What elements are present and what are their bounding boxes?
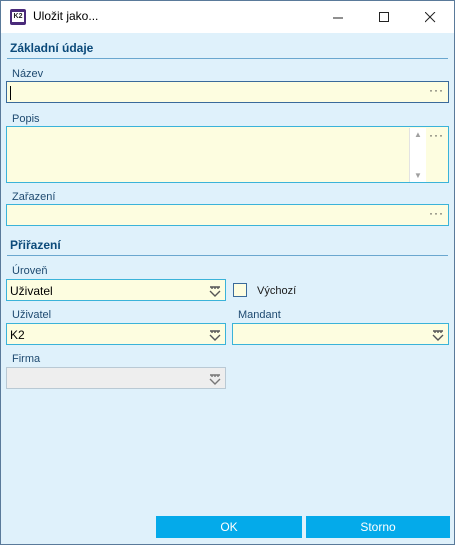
section-divider — [7, 58, 448, 59]
name-ellipsis-button[interactable]: ··· — [429, 83, 444, 97]
default-label: Výchozí — [257, 285, 297, 297]
scroll-down-icon[interactable]: ▼ — [413, 171, 423, 180]
window-title: Uložit jako... — [33, 9, 99, 23]
classification-field[interactable]: ··· — [6, 204, 449, 226]
ok-button[interactable]: OK — [156, 516, 302, 538]
maximize-icon — [378, 11, 389, 22]
mandant-label: Mandant — [238, 309, 281, 321]
dropdown-icon[interactable] — [209, 329, 221, 341]
classification-label: Zařazení — [12, 191, 56, 203]
minimize-icon — [332, 17, 343, 18]
text-caret — [10, 86, 11, 100]
section-divider — [7, 255, 448, 256]
description-scrollbar[interactable]: ▲ ▼ — [409, 128, 426, 182]
name-field[interactable]: ··· — [6, 81, 449, 103]
close-icon — [424, 11, 435, 22]
description-ellipsis-button[interactable]: ··· — [429, 128, 444, 142]
cancel-button[interactable]: Storno — [306, 516, 450, 538]
company-label: Firma — [12, 353, 41, 365]
close-button[interactable] — [407, 1, 453, 33]
title-bar: K2 Uložit jako... — [1, 1, 454, 33]
user-combobox[interactable]: K2 — [6, 323, 226, 345]
user-label: Uživatel — [12, 309, 52, 321]
level-label: Úroveň — [12, 265, 48, 277]
maximize-button[interactable] — [361, 1, 407, 33]
description-label: Popis — [12, 113, 40, 125]
save-as-dialog: K2 Uložit jako... Základní údaje Název ·… — [0, 0, 455, 545]
section-basic-title: Základní údaje — [10, 41, 94, 55]
mandant-combobox[interactable] — [232, 323, 449, 345]
dropdown-icon[interactable] — [432, 329, 444, 341]
dropdown-icon — [209, 374, 221, 385]
dropdown-icon[interactable] — [209, 285, 221, 297]
description-field[interactable]: ▲ ▼ ··· — [6, 126, 449, 183]
k2-app-icon: K2 — [10, 9, 26, 25]
company-combobox — [6, 367, 226, 389]
section-assignment-title: Přiřazení — [10, 238, 61, 252]
default-checkbox[interactable] — [233, 283, 247, 297]
scroll-up-icon[interactable]: ▲ — [413, 130, 423, 139]
level-combobox[interactable]: Uživatel — [6, 279, 226, 301]
classification-ellipsis-button[interactable]: ··· — [429, 206, 444, 220]
minimize-button[interactable] — [315, 1, 361, 33]
name-label: Název — [12, 68, 44, 80]
